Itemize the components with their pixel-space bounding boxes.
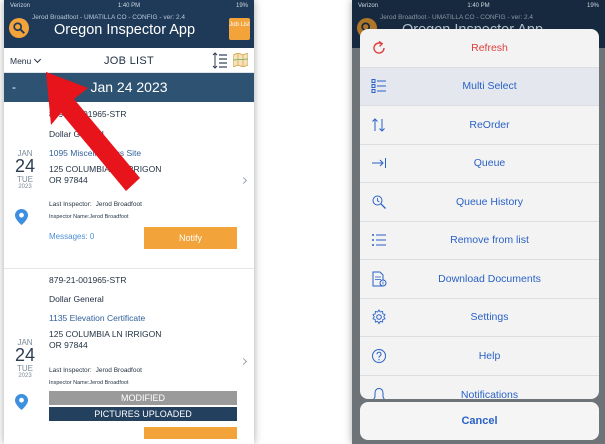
download-documents-icon [370,270,388,288]
location-pin-icon[interactable] [15,394,28,410]
job-type: 1095 Miscellaneous Site [49,148,142,158]
menu-item-label: Help [478,349,501,362]
menu-item-label: Multi Select [462,80,517,93]
inspector-name: Inspector Name:Jerod Broadfoot [49,214,129,220]
job-date-column: JAN 24 TUE 2023 [8,149,42,190]
menu-item-remove-from-list[interactable]: Remove from list [360,222,599,260]
multi-select-icon [370,77,388,95]
menu-item-label: Download Documents [438,272,541,285]
chevron-right-icon [239,176,248,185]
remove-list-icon [370,231,388,249]
last-inspector-label: Last Inspector: [49,367,92,374]
toolbar: Menu JOB LIST [4,48,254,73]
queue-history-icon [370,193,388,211]
address-line-2: OR 97844 [49,175,88,185]
job-number: 879-21-001965-STR [49,109,127,119]
carrier-label: Verizon [10,3,31,9]
menu-item-notifications[interactable]: Notifications [360,376,599,399]
job-year: 2023 [18,184,32,190]
last-inspector-name: Jerod Broadfoot [95,201,142,208]
last-inspector-name: Jerod Broadfoot [95,367,142,374]
job-date-column: JAN 24 TUE 2023 [8,338,42,379]
app-title: Oregon Inspector App [54,22,196,38]
job-type: 1135 Elevation Certificate [49,313,146,323]
job-weekday: TUE [17,175,33,184]
job-card[interactable]: 879-21-001965-STR Dollar General 1095 Mi… [4,102,254,269]
job-weekday: TUE [17,364,33,373]
last-inspector: Last Inspector: Jerod Broadfoot [49,367,142,374]
menu-item-queue-history[interactable]: Queue History [360,183,599,222]
menu-item-reorder[interactable]: ReOrder [360,106,599,145]
app-subtitle: Jerod Broadfoot - UMATILLA CO - CONFIG -… [380,14,534,21]
job-address: 125 COLUMBIA LN IRRIGON OR 97844 [49,329,161,351]
last-inspector: Last Inspector: Jerod Broadfoot [49,201,142,208]
screenshot-stage: Verizon 1:40 PM 19% Jerod Broadfoot - UM… [0,0,605,444]
job-number: 879-21-001965-STR [49,275,127,285]
chevron-right-icon [239,357,248,366]
settings-icon [370,308,388,326]
address-line-1: 125 COLUMBIA LN IRRIGON [49,329,162,339]
battery-label: 19% [235,3,248,9]
date-banner[interactable]: - Jan 24 2023 [4,73,254,102]
messages-count[interactable]: Messages: 0 [49,232,94,241]
search-logo-icon [9,18,29,38]
last-inspector-label: Last Inspector: [49,201,92,208]
job-day: 24 [14,345,36,365]
menu-item-label: ReOrder [469,118,510,131]
menu-item-label: Settings [470,311,509,324]
clock: 1:40 PM [467,3,490,9]
help-icon [370,347,388,365]
address-line-2: OR 97844 [49,340,88,350]
phone-job-list: Verizon 1:40 PM 19% Jerod Broadfoot - UM… [4,0,254,444]
menu-item-queue[interactable]: Queue [360,145,599,183]
clock: 1:40 PM [117,3,141,9]
status-bar: Verizon 1:40 PM 19% [4,0,254,12]
menu-item-multi-select[interactable]: Multi Select [360,67,599,106]
refresh-icon [370,39,388,57]
menu-item-label: Refresh [471,41,508,54]
notify-button-partial[interactable] [144,427,237,439]
date-heading: Jan 24 2023 [90,79,168,95]
action-sheet: Refresh Multi Select ReOrder Queue Queue… [360,29,599,399]
job-client: Dollar General [49,129,104,139]
map-icon[interactable] [233,53,248,67]
location-pin-icon[interactable] [15,209,28,225]
status-badge-pictures-uploaded: PICTURES UPLOADED [49,407,237,421]
notify-button[interactable]: Notify [144,227,237,249]
app-subtitle: Jerod Broadfoot - UMATILLA CO - CONFIG -… [32,14,186,21]
cancel-button[interactable]: Cancel [360,402,599,440]
menu-item-label: Notifications [460,388,519,399]
job-card[interactable]: 879-21-001965-STR Dollar General 1135 El… [4,269,254,444]
menu-item-help[interactable]: Help [360,337,599,376]
address-line-1: 125 COLUMBIA LN IRRIGON [49,164,162,174]
app-header: Jerod Broadfoot - UMATILLA CO - CONFIG -… [4,12,254,48]
job-list-button[interactable]: Job List [229,18,250,40]
menu-item-settings[interactable]: Settings [360,299,599,337]
menu-item-label: Queue History [455,195,524,208]
inspector-name: Inspector Name:Jerod Broadfoot [49,380,129,386]
job-day: 24 [14,156,36,176]
job-year: 2023 [18,373,32,379]
status-bar: Verizon 1:40 PM 19% [352,0,605,12]
menu-item-refresh[interactable]: Refresh [360,29,599,68]
battery-label: 19% [586,3,599,9]
queue-icon [370,154,388,172]
menu-item-label: Queue [473,157,506,170]
status-badge-modified: MODIFIED [49,391,237,405]
menu-item-download-documents[interactable]: Download Documents [360,260,599,299]
reorder-icon [370,116,388,134]
job-client: Dollar General [49,294,104,304]
job-address: 125 COLUMBIA LN IRRIGON OR 97844 [49,164,161,186]
sort-icon[interactable] [212,52,228,69]
phone-action-sheet: Verizon 1:40 PM 19% Jerod Broadfoot - UM… [352,0,605,444]
menu-item-label: Remove from list [450,234,529,247]
carrier-label: Verizon [358,3,379,9]
notifications-icon [370,386,388,399]
